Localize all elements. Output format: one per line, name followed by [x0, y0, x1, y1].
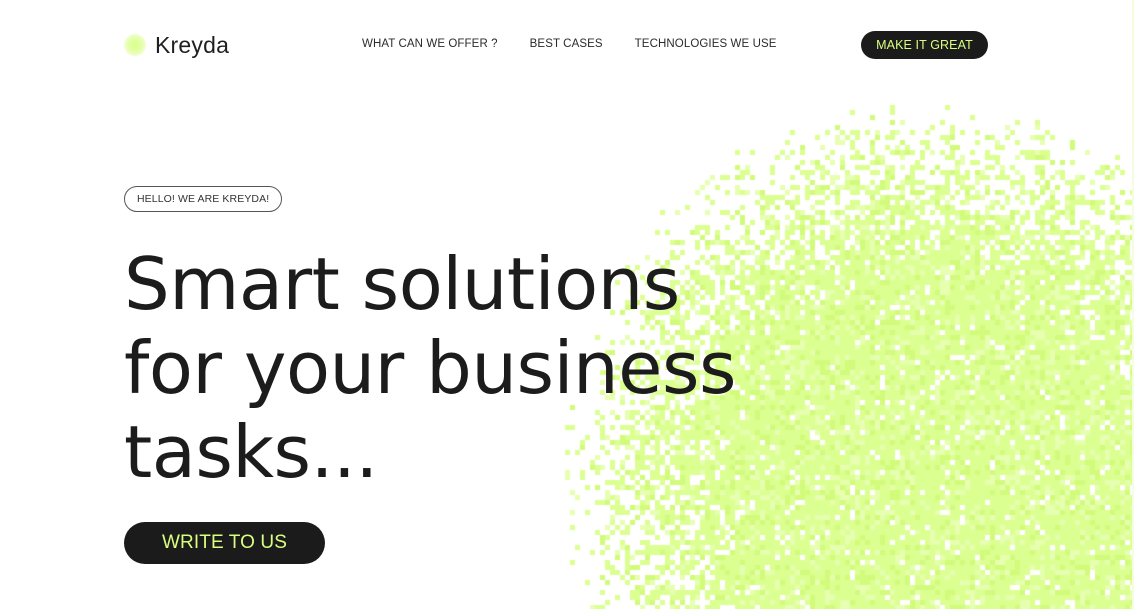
hero-badge: HELLO! WE ARE KREYDA! [124, 186, 283, 212]
logo-dot-icon [124, 34, 146, 56]
nav-link-cases[interactable]: BEST CASES [530, 38, 603, 50]
logo[interactable]: Kreyda [124, 30, 229, 60]
make-it-great-button[interactable]: MAKE IT GREAT [861, 31, 988, 59]
headline-line-1: Smart solutions [124, 242, 680, 326]
nav-link-offer[interactable]: WHAT CAN WE OFFER ? [362, 38, 498, 50]
site-header: Kreyda WHAT CAN WE OFFER ? BEST CASES TE… [0, 0, 1134, 90]
headline-line-2: for your business [124, 326, 736, 410]
nav-link-technologies[interactable]: TECHNOLOGIES WE USE [635, 38, 777, 50]
write-to-us-button[interactable]: WRITE TO US [124, 522, 325, 564]
headline-line-3: tasks... [124, 410, 378, 494]
hero-headline: Smart solutions for your business tasks.… [124, 242, 844, 494]
hero-section: HELLO! WE ARE KREYDA! Smart solutions fo… [124, 186, 736, 494]
brand-name: Kreyda [155, 31, 230, 58]
landing-page: Kreyda WHAT CAN WE OFFER ? BEST CASES TE… [0, 0, 1134, 609]
main-nav: WHAT CAN WE OFFER ? BEST CASES TECHNOLOG… [362, 38, 777, 50]
